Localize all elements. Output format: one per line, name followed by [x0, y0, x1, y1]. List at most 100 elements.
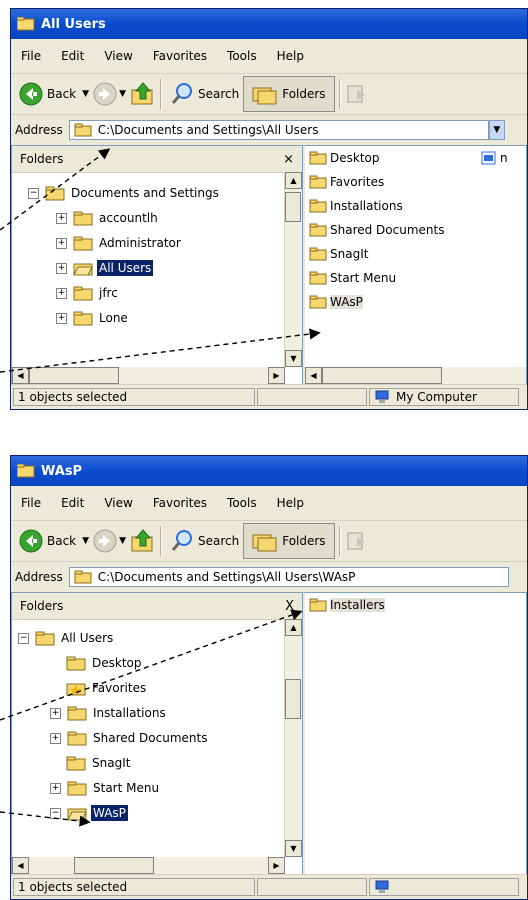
tree-node-favorites[interactable]: Favorites: [66, 677, 148, 699]
back-dropdown-icon[interactable]: ▼: [82, 89, 89, 99]
collapse-icon[interactable]: −: [50, 807, 61, 819]
tree-node-label: SnagIt: [92, 756, 131, 770]
collapse-icon[interactable]: −: [28, 187, 39, 199]
list-item-desktop[interactable]: Desktop: [309, 148, 380, 168]
list-item-start-menu[interactable]: Start Menu: [309, 268, 396, 288]
expand-icon[interactable]: +: [50, 707, 61, 719]
tree-node-label: Installations: [93, 706, 166, 720]
scroll-down-icon[interactable]: ▼: [285, 840, 302, 857]
tree-node-jfrc[interactable]: + jfrc: [56, 282, 120, 304]
menu-tools[interactable]: Tools: [217, 49, 267, 63]
list-horizontal-scrollbar[interactable]: ◀: [305, 367, 526, 384]
folders-button[interactable]: Folders: [243, 76, 335, 112]
menu-help[interactable]: Help: [267, 496, 314, 510]
list-item-label: Shared Documents: [330, 223, 445, 237]
folder-icon: [67, 781, 87, 795]
folder-icon: [309, 271, 327, 285]
search-icon: [171, 530, 192, 551]
list-item-favorites[interactable]: Favorites: [309, 172, 384, 192]
menu-tools[interactable]: Tools: [217, 496, 267, 510]
expand-icon[interactable]: +: [56, 287, 67, 299]
list-item-installers[interactable]: Installers: [309, 595, 385, 615]
close-pane-icon[interactable]: ×: [283, 152, 294, 167]
scroll-right-icon[interactable]: ▶: [268, 857, 285, 874]
list-item-partial[interactable]: n: [481, 148, 508, 168]
search-button[interactable]: Search: [166, 524, 243, 558]
forward-arrow-icon[interactable]: [93, 529, 117, 553]
menu-file[interactable]: File: [11, 496, 51, 510]
close-pane-icon[interactable]: X: [285, 599, 294, 614]
tree-node-snagit[interactable]: SnagIt: [66, 752, 132, 774]
up-folder-icon[interactable]: [130, 528, 156, 554]
list-item-installations[interactable]: Installations: [309, 196, 403, 216]
tree-horizontal-scrollbar[interactable]: ◀ ▶: [12, 367, 285, 384]
folders-label: Folders: [282, 534, 326, 548]
search-button[interactable]: Search: [166, 77, 243, 111]
scroll-left-icon[interactable]: ◀: [305, 367, 322, 384]
scroll-left-icon[interactable]: ◀: [12, 857, 29, 874]
menu-file[interactable]: File: [11, 49, 51, 63]
window-title: All Users: [41, 16, 106, 32]
expand-icon[interactable]: +: [56, 262, 67, 274]
move-to-icon[interactable]: [345, 529, 369, 553]
tree-vertical-scrollbar[interactable]: ▲ ▼: [284, 172, 302, 367]
scroll-thumb[interactable]: [74, 857, 154, 874]
scroll-thumb[interactable]: [322, 367, 442, 384]
list-item-shared-documents[interactable]: Shared Documents: [309, 220, 444, 240]
folders-button[interactable]: Folders: [243, 523, 335, 559]
scroll-thumb[interactable]: [29, 367, 119, 384]
tree-node-all-users[interactable]: − All Users: [18, 627, 115, 649]
scroll-down-icon[interactable]: ▼: [285, 350, 302, 367]
tree-node-administrator[interactable]: + Administrator: [56, 232, 183, 254]
title-bar[interactable]: All Users: [11, 9, 527, 39]
tree-node-start-menu[interactable]: + Start Menu: [50, 777, 161, 799]
forward-dropdown-icon[interactable]: ▼: [119, 89, 126, 99]
expand-icon[interactable]: +: [56, 237, 67, 249]
scroll-right-icon[interactable]: ▶: [268, 367, 285, 384]
forward-arrow-icon[interactable]: [93, 82, 117, 106]
tree-node-desktop[interactable]: Desktop: [66, 652, 144, 674]
collapse-icon[interactable]: −: [18, 632, 29, 644]
back-button[interactable]: Back: [15, 77, 80, 111]
tree-node-documents-and-settings[interactable]: − Documents and Settings: [28, 182, 221, 204]
menu-view[interactable]: View: [94, 49, 142, 63]
forward-dropdown-icon[interactable]: ▼: [119, 536, 126, 546]
list-item-wasp[interactable]: WAsP: [309, 292, 363, 312]
address-dropdown-button[interactable]: ▼: [488, 120, 505, 140]
folders-pane: Folders × − Documents and Settings + acc…: [11, 145, 303, 385]
menu-favorites[interactable]: Favorites: [143, 49, 217, 63]
tree-node-wasp[interactable]: − WAsP: [50, 802, 128, 824]
tree-node-lone[interactable]: + Lone: [56, 307, 130, 329]
scroll-thumb[interactable]: [285, 679, 301, 719]
scroll-up-icon[interactable]: ▲: [285, 619, 302, 636]
menu-view[interactable]: View: [94, 496, 142, 510]
up-folder-icon[interactable]: [130, 81, 156, 107]
menu-edit[interactable]: Edit: [51, 496, 94, 510]
back-dropdown-icon[interactable]: ▼: [82, 536, 89, 546]
folder-icon: [309, 223, 327, 237]
tree-node-accountlh[interactable]: + accountlh: [56, 207, 160, 229]
menu-favorites[interactable]: Favorites: [143, 496, 217, 510]
expand-icon[interactable]: +: [50, 732, 61, 744]
move-to-icon[interactable]: [345, 82, 369, 106]
expand-icon[interactable]: +: [56, 212, 67, 224]
address-input[interactable]: C:\Documents and Settings\All Users\WAsP: [68, 567, 509, 587]
scroll-left-icon[interactable]: ◀: [12, 367, 29, 384]
tree-node-label: All Users: [97, 260, 154, 276]
menu-edit[interactable]: Edit: [51, 49, 94, 63]
list-item-snagit[interactable]: SnagIt: [309, 244, 368, 264]
scroll-thumb[interactable]: [285, 192, 301, 222]
tree-vertical-scrollbar[interactable]: ▲ ▼: [284, 619, 302, 857]
expand-icon[interactable]: +: [56, 312, 67, 324]
tree-horizontal-scrollbar[interactable]: ◀ ▶: [12, 857, 285, 874]
back-button[interactable]: Back: [15, 524, 80, 558]
menu-help[interactable]: Help: [267, 49, 314, 63]
tree-node-all-users[interactable]: + All Users: [56, 257, 154, 279]
tree-node-label: jfrc: [99, 286, 118, 300]
title-bar[interactable]: WAsP: [11, 456, 527, 486]
expand-icon[interactable]: +: [50, 782, 61, 794]
tree-node-installations[interactable]: + Installations: [50, 702, 168, 724]
address-input[interactable]: C:\Documents and Settings\All Users: [68, 120, 489, 140]
tree-node-shared-documents[interactable]: + Shared Documents: [50, 727, 209, 749]
scroll-up-icon[interactable]: ▲: [285, 172, 302, 189]
